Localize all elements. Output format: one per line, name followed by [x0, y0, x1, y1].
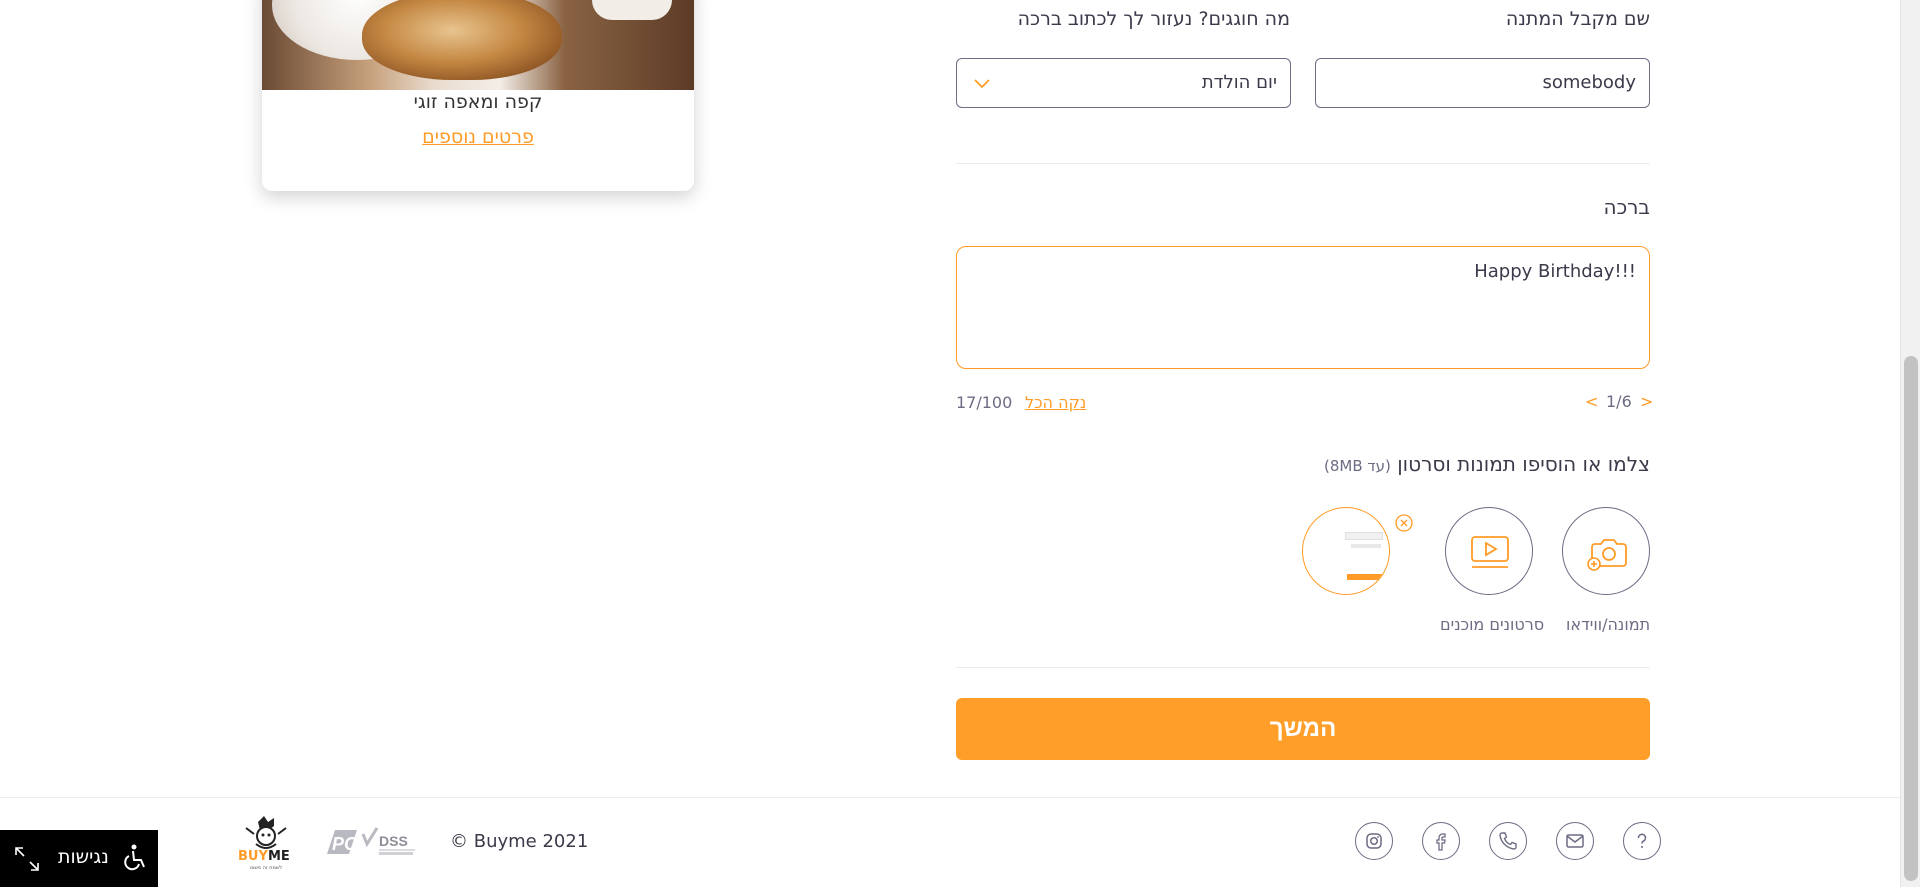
scrollbar-thumb[interactable]: [1904, 356, 1918, 881]
help-button[interactable]: [1623, 822, 1661, 860]
pci-dss-logo: PCI DSS: [327, 827, 415, 855]
product-card: קפה ומאפה זוגי פרטים נוספים: [262, 0, 694, 191]
greeting-textarea[interactable]: Happy Birthday!!!: [956, 246, 1650, 369]
media-heading: צלמו או הוסיפו תמונות וסרטון (עד 8MB): [1324, 452, 1650, 476]
greeting-label: ברכה: [1603, 195, 1651, 219]
ready-videos-button[interactable]: [1445, 507, 1533, 595]
svg-text:DSS: DSS: [379, 833, 408, 849]
buyme-tagline: לשמח זה פשוט: [250, 865, 283, 871]
camera-plus-icon: [1587, 539, 1627, 571]
mail-button[interactable]: [1556, 822, 1594, 860]
more-details-link[interactable]: פרטים נוספים: [262, 126, 694, 148]
svg-text:PCI: PCI: [332, 834, 363, 854]
divider: [956, 163, 1650, 164]
ready-videos-caption: סרטונים מוכנים: [1440, 615, 1545, 634]
instagram-button[interactable]: [1355, 822, 1393, 860]
phone-icon: [1499, 832, 1517, 850]
media-title: צלמו או הוסיפו תמונות וסרטון: [1397, 452, 1650, 476]
facebook-icon: [1436, 833, 1446, 851]
occasion-value: יום הולדת: [1201, 72, 1277, 93]
pager-current: 1/6: [1606, 392, 1632, 411]
continue-button[interactable]: המשך: [956, 698, 1650, 760]
greeting-text: Happy Birthday!!!: [1474, 261, 1636, 282]
occasion-label: מה חוגגים? נעזור לך לכתוב ברכה: [1017, 8, 1290, 30]
char-counter: 17/100: [956, 393, 1013, 412]
product-image: [262, 0, 694, 90]
media-size-limit: (עד 8MB): [1324, 457, 1391, 475]
add-photo-video-button[interactable]: [1562, 507, 1650, 595]
phone-button[interactable]: [1489, 822, 1527, 860]
recipient-name-input[interactable]: somebody: [1315, 58, 1650, 108]
vertical-scrollbar[interactable]: [1900, 0, 1920, 887]
video-play-icon: [1471, 536, 1509, 568]
mail-icon: [1566, 834, 1584, 848]
pager-next-button[interactable]: >: [1640, 392, 1653, 411]
buyme-logo: BUY ME לשמח זה פשוט: [238, 816, 290, 871]
instagram-icon: [1366, 833, 1382, 849]
divider: [956, 667, 1650, 668]
product-title: קפה ומאפה זוגי: [413, 91, 543, 113]
occasion-select[interactable]: יום הולדת: [956, 58, 1291, 108]
accessibility-label: נגישות: [58, 846, 109, 868]
expand-icon: [15, 847, 39, 871]
accessibility-button[interactable]: נגישות: [0, 830, 158, 887]
uploaded-media-thumbnail[interactable]: [1302, 507, 1390, 595]
copyright-text: © Buyme 2021: [450, 831, 589, 852]
recipient-name-value: somebody: [1542, 72, 1636, 93]
clear-all-link[interactable]: נקה הכל: [1025, 393, 1086, 412]
remove-media-icon[interactable]: [1395, 514, 1413, 532]
help-icon: [1637, 833, 1647, 848]
pager-prev-button[interactable]: <: [1585, 392, 1598, 411]
photo-video-caption: תמונה/ווידאו: [1566, 615, 1651, 634]
facebook-button[interactable]: [1422, 822, 1460, 860]
wheelchair-icon: [124, 844, 145, 871]
svg-text:ME: ME: [268, 849, 290, 864]
recipient-name-label: שם מקבל המתנה: [1505, 8, 1650, 30]
svg-text:BUY: BUY: [238, 849, 268, 864]
chevron-down-icon: [974, 79, 990, 89]
footer-divider: [0, 797, 1900, 798]
